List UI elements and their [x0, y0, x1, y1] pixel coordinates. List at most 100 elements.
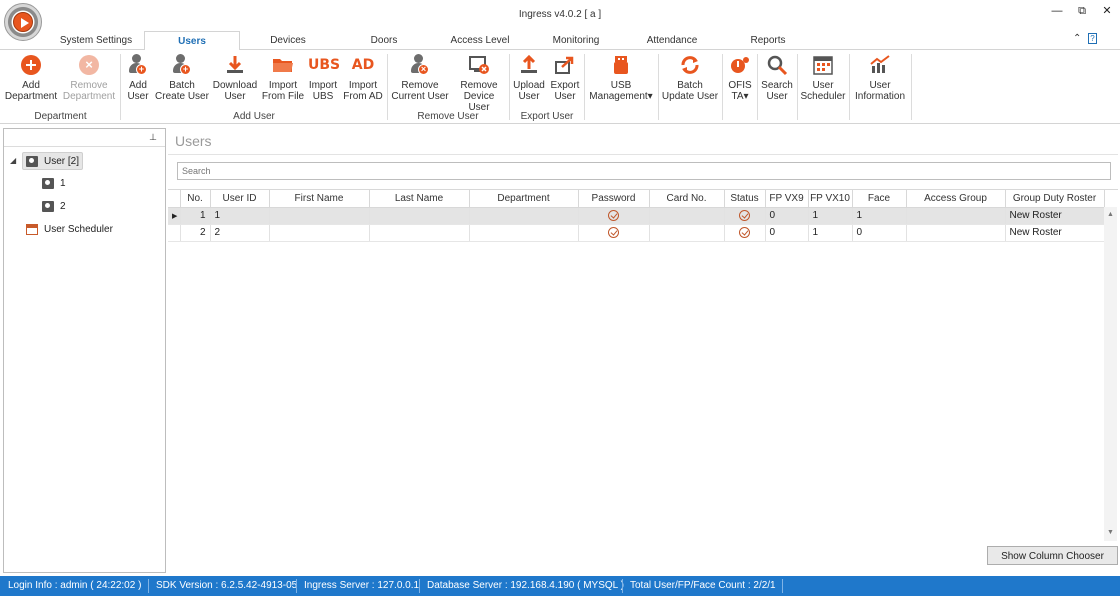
cell-face[interactable]: 0	[852, 224, 907, 242]
minimize-icon[interactable]: —	[1047, 3, 1067, 19]
upload-user-button[interactable]: Upload User	[512, 52, 546, 108]
tree-node-user-root[interactable]: User [2]	[22, 152, 84, 170]
cell-status[interactable]	[724, 207, 766, 225]
tab-users[interactable]: Users	[144, 31, 240, 51]
remove-current-user-button[interactable]: × Remove Current User	[390, 52, 450, 108]
cell-no[interactable]: 2	[180, 224, 211, 242]
user-icon	[42, 177, 54, 189]
import-from-ad-button[interactable]: AD Import From AD	[342, 52, 384, 108]
export-icon	[554, 54, 576, 76]
collapse-ribbon-icon[interactable]: ⌃	[1073, 33, 1081, 44]
cell-last-name[interactable]	[369, 207, 470, 225]
cell-password[interactable]	[578, 224, 650, 242]
download-user-button[interactable]: Download User	[211, 52, 259, 108]
column-header-card-no[interactable]: Card No.	[649, 190, 725, 208]
calendar-icon	[26, 223, 38, 235]
tab-reports[interactable]: Reports	[720, 31, 816, 50]
cell-card-no[interactable]	[649, 224, 725, 242]
cell-status[interactable]	[724, 224, 766, 242]
column-header-department[interactable]: Department	[469, 190, 579, 208]
column-header-status[interactable]: Status	[724, 190, 766, 208]
column-header-indicator	[168, 190, 181, 208]
column-header-no[interactable]: No.	[180, 190, 211, 208]
column-header-user-id[interactable]: User ID	[210, 190, 270, 208]
restore-icon[interactable]: ⧉	[1072, 3, 1092, 19]
cell-fp-vx10[interactable]: 1	[808, 224, 853, 242]
column-header-last-name[interactable]: Last Name	[369, 190, 470, 208]
import-ubs-label-1: Import	[308, 80, 338, 91]
search-user-button[interactable]: Search User	[760, 52, 794, 108]
folder-icon	[272, 54, 294, 76]
pin-icon[interactable]: ⊥	[4, 129, 165, 147]
add-user-button[interactable]: + Add User	[123, 52, 153, 108]
tree-node-user-2[interactable]: 2	[42, 198, 66, 216]
search-input[interactable]	[177, 162, 1111, 180]
import-from-ad-label-2: From AD	[343, 91, 383, 102]
table-row[interactable]: 2 2 0 1 0 New Roster	[168, 224, 1105, 242]
batch-create-user-button[interactable]: + Batch Create User	[155, 52, 209, 108]
remove-device-user-label-2: Device User	[463, 91, 495, 113]
help-icon[interactable]: ?	[1088, 33, 1097, 44]
tab-doors[interactable]: Doors	[336, 31, 432, 50]
cell-first-name[interactable]	[269, 207, 370, 225]
download-icon	[224, 54, 246, 76]
close-icon[interactable]: ✕	[1097, 3, 1117, 19]
window-title: Ingress v4.0.2 [ a ]	[518, 9, 602, 20]
scroll-up-icon[interactable]: ▲	[1104, 209, 1117, 221]
cell-department[interactable]	[469, 207, 579, 225]
cell-first-name[interactable]	[269, 224, 370, 242]
group-separator	[722, 54, 723, 120]
export-user-label-2: User	[554, 91, 576, 102]
column-header-access-group[interactable]: Access Group	[906, 190, 1006, 208]
cell-group-duty-roster[interactable]: New Roster	[1005, 224, 1105, 242]
column-header-group-duty-roster[interactable]: Group Duty Roster	[1005, 190, 1105, 208]
tree-node-user-scheduler[interactable]: User Scheduler	[26, 221, 113, 239]
group-separator	[120, 54, 121, 120]
cell-user-id[interactable]: 2	[210, 224, 270, 242]
remove-department-button[interactable]: × Remove Department	[61, 52, 117, 108]
cell-fp-vx9[interactable]: 0	[765, 207, 809, 225]
cell-face[interactable]: 1	[852, 207, 907, 225]
user-scheduler-button[interactable]: User Scheduler	[800, 52, 846, 108]
scroll-down-icon[interactable]: ▼	[1104, 527, 1117, 539]
export-user-button[interactable]: Export User	[548, 52, 582, 108]
batch-update-user-button[interactable]: Batch Update User	[661, 52, 719, 108]
tab-attendance[interactable]: Attendance	[624, 31, 720, 50]
tree-node-user-1[interactable]: 1	[42, 175, 66, 193]
cell-department[interactable]	[469, 224, 579, 242]
ofis-ta-button[interactable]: OFIS TA▾	[725, 52, 755, 108]
app-logo-icon[interactable]	[4, 3, 42, 41]
cell-card-no[interactable]	[649, 207, 725, 225]
cell-last-name[interactable]	[369, 224, 470, 242]
cell-access-group[interactable]	[906, 224, 1006, 242]
cell-password[interactable]	[578, 207, 650, 225]
cell-fp-vx9[interactable]: 0	[765, 224, 809, 242]
add-department-button[interactable]: Add Department	[4, 52, 58, 108]
column-header-face[interactable]: Face	[852, 190, 907, 208]
import-ubs-button[interactable]: UBS Import UBS	[306, 52, 340, 108]
cell-fp-vx10[interactable]: 1	[808, 207, 853, 225]
column-header-fp-vx9[interactable]: FP VX9	[765, 190, 809, 208]
vertical-scrollbar[interactable]: ▲ ▼	[1104, 207, 1117, 541]
tab-monitoring[interactable]: Monitoring	[528, 31, 624, 50]
column-header-first-name[interactable]: First Name	[269, 190, 370, 208]
tab-devices[interactable]: Devices	[240, 31, 336, 50]
remove-device-user-button[interactable]: Remove Device User	[452, 52, 506, 113]
ribbon-tabs: System Settings Users Devices Doors Acce…	[0, 31, 1120, 51]
column-header-fp-vx10[interactable]: FP VX10	[808, 190, 853, 208]
user-information-button[interactable]: User Information	[852, 52, 908, 108]
cell-group-duty-roster[interactable]: New Roster	[1005, 207, 1105, 225]
tab-system-settings[interactable]: System Settings	[48, 31, 144, 50]
cell-user-id[interactable]: 1	[210, 207, 270, 225]
cell-no[interactable]: 1	[180, 207, 211, 225]
table-row[interactable]: ▶ 1 1 0 1 1 New Roster	[168, 207, 1105, 225]
show-column-chooser-button[interactable]: Show Column Chooser	[987, 546, 1118, 565]
usb-management-button[interactable]: USB Management▾	[587, 52, 655, 108]
status-sdk-version: SDK Version : 6.2.5.42-4913-05	[156, 580, 298, 591]
tree-expand-icon[interactable]: ◢	[10, 156, 16, 165]
status-check-icon	[739, 209, 750, 221]
cell-access-group[interactable]	[906, 207, 1006, 225]
column-header-password[interactable]: Password	[578, 190, 650, 208]
import-from-file-button[interactable]: Import From File	[261, 52, 305, 108]
tab-access-level[interactable]: Access Level	[432, 31, 528, 50]
